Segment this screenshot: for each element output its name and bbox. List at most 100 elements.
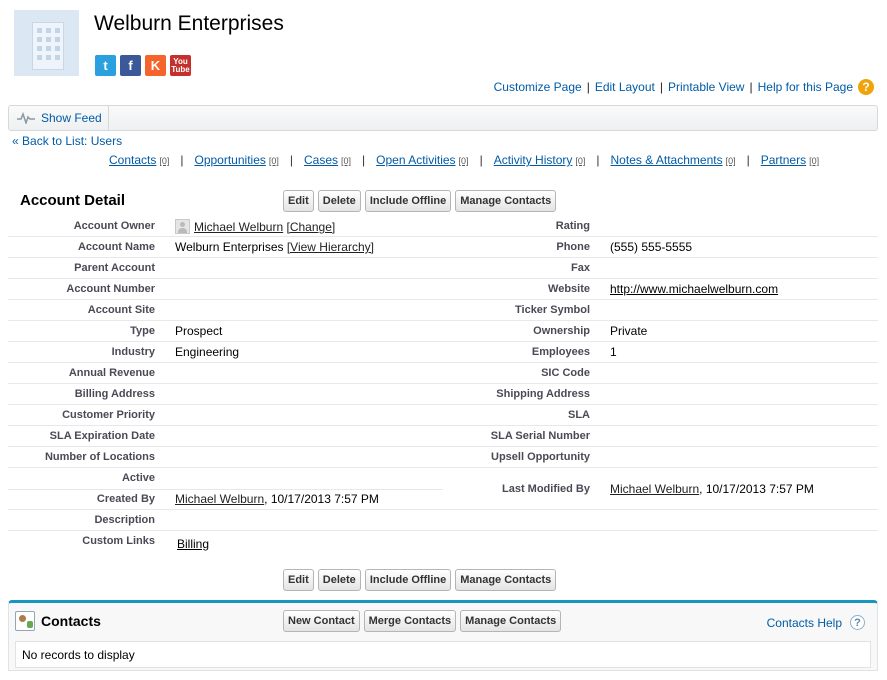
edit-button[interactable]: Edit [283, 569, 314, 591]
related-list-links: Contacts [0] | Opportunities [0] | Cases [0… [109, 153, 819, 167]
separator: | [586, 80, 590, 94]
related-link-count: [0] [575, 156, 586, 166]
modified-by-date: , 10/17/2013 7:57 PM [699, 482, 814, 496]
field-label: Upsell Opportunity [491, 451, 590, 463]
manage-contacts-button[interactable]: Manage Contacts [460, 610, 562, 632]
youtube-icon[interactable]: You Tube [170, 55, 191, 76]
edit-button[interactable]: Edit [283, 190, 314, 212]
related-link-label: Activity History [493, 153, 573, 167]
billing-link[interactable]: Billing [177, 537, 209, 551]
edit-layout-link[interactable]: Edit Layout [595, 80, 655, 94]
related-link-activity-history[interactable]: Activity History [0] [494, 153, 586, 167]
related-link-open-activities[interactable]: Open Activities [0] [376, 153, 468, 167]
show-feed-label: Show Feed [41, 111, 102, 125]
related-link-count: [0] [341, 156, 352, 166]
detail-row: Billing Address Shipping Address [8, 384, 878, 405]
field-label: Shipping Address [496, 388, 590, 400]
manage-contacts-button[interactable]: Manage Contacts [455, 190, 557, 212]
view-hierarchy-link[interactable]: [View Hierarchy] [287, 240, 374, 254]
separator: | [479, 153, 483, 167]
field-label: SLA Serial Number [490, 430, 590, 442]
field-label: Custom Links [82, 535, 155, 547]
separator: | [596, 153, 600, 167]
back-to-list[interactable]: « Back to List: Users [12, 134, 122, 148]
new-contact-button[interactable]: New Contact [283, 610, 360, 632]
detail-row: Account Owner Michael Welburn [Change] R… [8, 216, 878, 237]
field-label: SIC Code [541, 367, 590, 379]
merge-contacts-button[interactable]: Merge Contacts [363, 610, 457, 632]
field-label: Description [94, 514, 155, 526]
social-links: t f K You Tube [95, 55, 191, 76]
related-link-count: [0] [268, 156, 279, 166]
detail-row: Industry Engineering Employees 1 [8, 342, 878, 363]
field-label: Employees [531, 346, 590, 358]
feed-bar: Show Feed [8, 105, 878, 131]
include-offline-button[interactable]: Include Offline [364, 569, 452, 591]
related-link-count: [0] [725, 156, 736, 166]
detail-row: Parent Account Fax [8, 258, 878, 279]
field-label: Website [548, 283, 590, 295]
klout-icon[interactable]: K [145, 55, 166, 76]
created-by-link[interactable]: Michael Welburn [175, 492, 264, 506]
related-link-contacts[interactable]: Contacts [0] [109, 153, 169, 167]
field-label: Created By [96, 493, 155, 505]
field-label: SLA [568, 409, 590, 421]
related-link-opportunities[interactable]: Opportunities [0] [195, 153, 279, 167]
field-label: Account Number [66, 283, 155, 295]
delete-button[interactable]: Delete [317, 190, 361, 212]
related-link-label: Notes & Attachments [610, 153, 723, 167]
printable-view-link[interactable]: Printable View [668, 80, 745, 94]
twitter-icon[interactable]: t [95, 55, 116, 76]
detail-row: Customer Priority SLA [8, 405, 878, 426]
separator: | [746, 153, 750, 167]
owner-link[interactable]: Michael Welburn [194, 220, 283, 234]
related-link-label: Contacts [109, 153, 157, 167]
contacts-icon [15, 611, 35, 631]
modified-by-link[interactable]: Michael Welburn [610, 482, 699, 496]
contacts-help-link[interactable]: Contacts Help [767, 616, 842, 630]
delete-button[interactable]: Delete [317, 569, 361, 591]
related-link-partners[interactable]: Partners [0] [761, 153, 819, 167]
separator: | [180, 153, 184, 167]
created-by-value: Michael Welburn, 10/17/2013 7:57 PM [175, 492, 379, 506]
help-page-link[interactable]: Help for this Page [758, 80, 853, 94]
website-link[interactable]: http://www.michaelwelburn.com [610, 282, 778, 296]
related-link-label: Opportunities [194, 153, 266, 167]
detail-row: Created By Michael Welburn, 10/17/2013 7… [8, 482, 878, 510]
pulse-icon [17, 112, 35, 124]
change-owner-link[interactable]: [Change] [287, 220, 336, 234]
field-label: Customer Priority [62, 409, 155, 421]
field-label: Ownership [533, 325, 590, 337]
customize-page-link[interactable]: Customize Page [494, 80, 582, 94]
detail-row: Number of Locations Upsell Opportunity [8, 447, 878, 468]
last-modified-value: Michael Welburn, 10/17/2013 7:57 PM [610, 482, 814, 496]
field-label: Active [121, 472, 155, 484]
related-link-label: Partners [760, 153, 807, 167]
include-offline-button[interactable]: Include Offline [364, 190, 452, 212]
show-feed-button[interactable]: Show Feed [9, 106, 109, 130]
facebook-icon[interactable]: f [120, 55, 141, 76]
detail-row: Annual Revenue SIC Code [8, 363, 878, 384]
detail-row: Type Prospect Ownership Private [8, 321, 878, 342]
contacts-title: Contacts [41, 613, 101, 629]
help-icon[interactable]: ? [850, 615, 865, 630]
related-link-notes-attachments[interactable]: Notes & Attachments [0] [611, 153, 736, 167]
created-by-date: , 10/17/2013 7:57 PM [264, 492, 379, 506]
detail-row: Account Number Website http://www.michae… [8, 279, 878, 300]
related-link-cases[interactable]: Cases [0] [304, 153, 351, 167]
field-label: Rating [555, 220, 590, 232]
field-label: Ticker Symbol [515, 304, 590, 316]
field-label: Billing Address [74, 388, 155, 400]
related-link-count: [0] [159, 156, 170, 166]
youtube-icon-bottom: Tube [171, 64, 190, 74]
manage-contacts-button[interactable]: Manage Contacts [455, 569, 557, 591]
account-owner-value: Michael Welburn [Change] [175, 219, 335, 234]
empty-message: No records to display [15, 641, 871, 668]
contacts-help[interactable]: Contacts Help ? [767, 615, 865, 630]
account-detail-heading: Account Detail [20, 192, 126, 209]
contacts-related-list: Contacts New Contact Merge Contacts Mana… [8, 600, 878, 671]
field-label: SLA Expiration Date [49, 430, 155, 442]
field-label: Parent Account [74, 262, 155, 274]
help-icon[interactable]: ? [858, 79, 874, 95]
detail-row: Account Site Ticker Symbol [8, 300, 878, 321]
